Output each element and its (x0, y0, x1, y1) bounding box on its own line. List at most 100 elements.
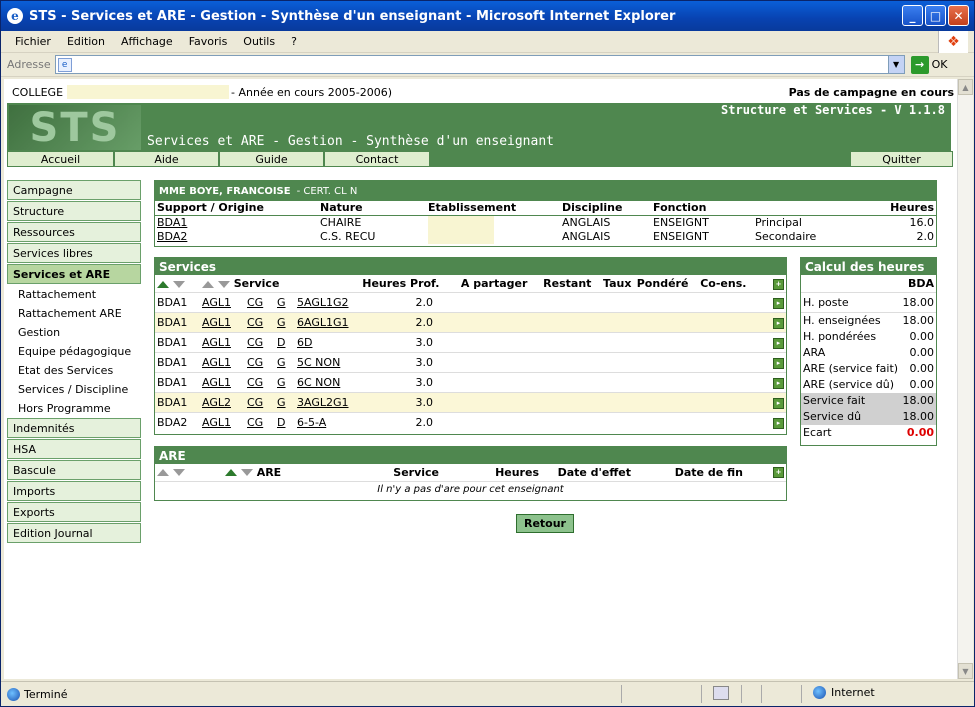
modalite-link[interactable]: CG (247, 316, 263, 329)
matiere-link[interactable]: AGL1 (202, 316, 231, 329)
sort-asc-icon[interactable] (157, 469, 169, 477)
service-detail-icon[interactable]: ▸ (773, 377, 784, 389)
groupe-type-link[interactable]: G (277, 376, 286, 389)
add-are-icon[interactable]: + (773, 467, 784, 479)
groupe-type-link[interactable]: G (277, 296, 286, 309)
sidebar-item-services-libres[interactable]: Services libres (7, 243, 141, 263)
discipline-cell: ANGLAIS (562, 230, 611, 243)
minimize-button[interactable]: _ (902, 5, 923, 26)
division-link[interactable]: 6AGL1G1 (297, 316, 349, 329)
sidebar-item-exports[interactable]: Exports (7, 502, 141, 522)
division-link[interactable]: 5C NON (297, 356, 340, 369)
sidebar-sub-rattachement[interactable]: Rattachement (7, 285, 141, 304)
modalite-link[interactable]: CG (247, 416, 263, 429)
sidebar-sub-services-discipline[interactable]: Services / Discipline (7, 380, 141, 399)
groupe-type-link[interactable]: D (277, 336, 285, 349)
table-row: BDA1 AGL1 CG G 5C NON 3.0 ▸ (155, 352, 786, 373)
nav-contact[interactable]: Contact (324, 151, 430, 167)
sort-asc-icon[interactable] (157, 280, 169, 288)
retour-button[interactable]: Retour (516, 514, 574, 533)
nav-accueil[interactable]: Accueil (7, 151, 114, 167)
sidebar-item-edition-journal[interactable]: Edition Journal (7, 523, 141, 543)
support-link[interactable]: BDA2 (157, 230, 187, 243)
modalite-link[interactable]: CG (247, 356, 263, 369)
division-link[interactable]: 6-5-A (297, 416, 326, 429)
menu-fichier[interactable]: Fichier (15, 35, 51, 48)
col-taux: Taux (602, 277, 632, 290)
support-link[interactable]: BDA1 (157, 216, 187, 229)
division-link[interactable]: 5AGL1G2 (297, 296, 349, 309)
col-fonction: Fonction (653, 201, 707, 215)
sidebar-item-imports[interactable]: Imports (7, 481, 141, 501)
sidebar-item-ressources[interactable]: Ressources (7, 222, 141, 242)
menu-help[interactable]: ? (291, 35, 297, 48)
service-detail-icon[interactable]: ▸ (773, 337, 784, 349)
maximize-button[interactable]: □ (925, 5, 946, 26)
division-link[interactable]: 3AGL2G1 (297, 396, 349, 409)
sidebar-item-services-et-are[interactable]: Services et ARE (7, 264, 141, 284)
sidebar-sub-equipe[interactable]: Equipe pédagogique (7, 342, 141, 361)
service-detail-icon[interactable]: ▸ (773, 317, 784, 329)
groupe-type-link[interactable]: G (277, 316, 286, 329)
sidebar-sub-rattachement-are[interactable]: Rattachement ARE (7, 304, 141, 323)
are-title: ARE (155, 447, 786, 464)
groupe-type-link[interactable]: D (277, 416, 285, 429)
menu-outils[interactable]: Outils (243, 35, 275, 48)
service-detail-icon[interactable]: ▸ (773, 297, 784, 309)
division-link[interactable]: 6D (297, 336, 312, 349)
modalite-link[interactable]: CG (247, 336, 263, 349)
col-date-effet: Date d'effet (557, 465, 631, 479)
sort-desc-icon[interactable] (172, 280, 185, 288)
service-detail-icon[interactable]: ▸ (773, 397, 784, 409)
sidebar-item-indemnites[interactable]: Indemnités (7, 418, 141, 438)
go-button[interactable]: → OK (910, 55, 947, 74)
sidebar-item-campagne[interactable]: Campagne (7, 180, 141, 200)
scroll-up-icon[interactable]: ▲ (958, 79, 973, 95)
address-dropdown-icon[interactable]: ▼ (887, 56, 904, 73)
etablissement-cell (428, 229, 494, 244)
sort-asc-icon[interactable] (225, 469, 237, 477)
sort-desc-icon[interactable] (172, 469, 185, 477)
table-row: BDA2 AGL1 CG D 6-5-A 2.0 ▸ (155, 412, 786, 433)
menu-edition[interactable]: Edition (67, 35, 105, 48)
modalite-link[interactable]: CG (247, 296, 263, 309)
matiere-link[interactable]: AGL1 (202, 416, 231, 429)
matiere-link[interactable]: AGL1 (202, 376, 231, 389)
sort-desc-icon[interactable] (217, 280, 230, 288)
scroll-down-icon[interactable]: ▼ (958, 663, 973, 679)
sidebar-sub-hors-programme[interactable]: Hors Programme (7, 399, 141, 418)
matiere-link[interactable]: AGL1 (202, 296, 231, 309)
page-title: Services et ARE - Gestion - Synthèse d'u… (147, 134, 554, 149)
service-detail-icon[interactable]: ▸ (773, 357, 784, 369)
modalite-link[interactable]: CG (247, 396, 263, 409)
sidebar-sub-etat-services[interactable]: Etat des Services (7, 361, 141, 380)
matiere-link[interactable]: AGL2 (202, 396, 231, 409)
school-year: - Année en cours 2005-2006) (231, 85, 392, 99)
address-input[interactable]: e ▼ (54, 55, 905, 74)
nav-guide[interactable]: Guide (219, 151, 324, 167)
division-link[interactable]: 6C NON (297, 376, 340, 389)
calc-panel: Calcul des heures BDA H. poste 18.00 H. en… (800, 257, 937, 446)
calc-label: ARE (service dû) (803, 378, 895, 391)
sidebar-sub-gestion[interactable]: Gestion (7, 323, 141, 342)
heures-prof-cell: 2.0 (415, 316, 434, 329)
sidebar-item-structure[interactable]: Structure (7, 201, 141, 221)
menu-affichage[interactable]: Affichage (121, 35, 173, 48)
service-detail-icon[interactable]: ▸ (773, 417, 784, 429)
sort-desc-icon[interactable] (240, 469, 253, 477)
vertical-scrollbar[interactable]: ▲ ▼ (957, 79, 973, 679)
add-service-icon[interactable]: + (773, 278, 784, 290)
menu-favoris[interactable]: Favoris (189, 35, 228, 48)
matiere-link[interactable]: AGL1 (202, 336, 231, 349)
sidebar-item-bascule[interactable]: Bascule (7, 460, 141, 480)
sort-asc-icon[interactable] (202, 280, 214, 288)
modalite-link[interactable]: CG (247, 376, 263, 389)
nav-quitter[interactable]: Quitter (850, 151, 953, 167)
nav-aide[interactable]: Aide (114, 151, 219, 167)
close-button[interactable]: ✕ (948, 5, 969, 26)
sidebar-item-hsa[interactable]: HSA (7, 439, 141, 459)
matiere-link[interactable]: AGL1 (202, 356, 231, 369)
groupe-type-link[interactable]: G (277, 356, 286, 369)
groupe-type-link[interactable]: G (277, 396, 286, 409)
col-heures: Heures (890, 201, 934, 215)
